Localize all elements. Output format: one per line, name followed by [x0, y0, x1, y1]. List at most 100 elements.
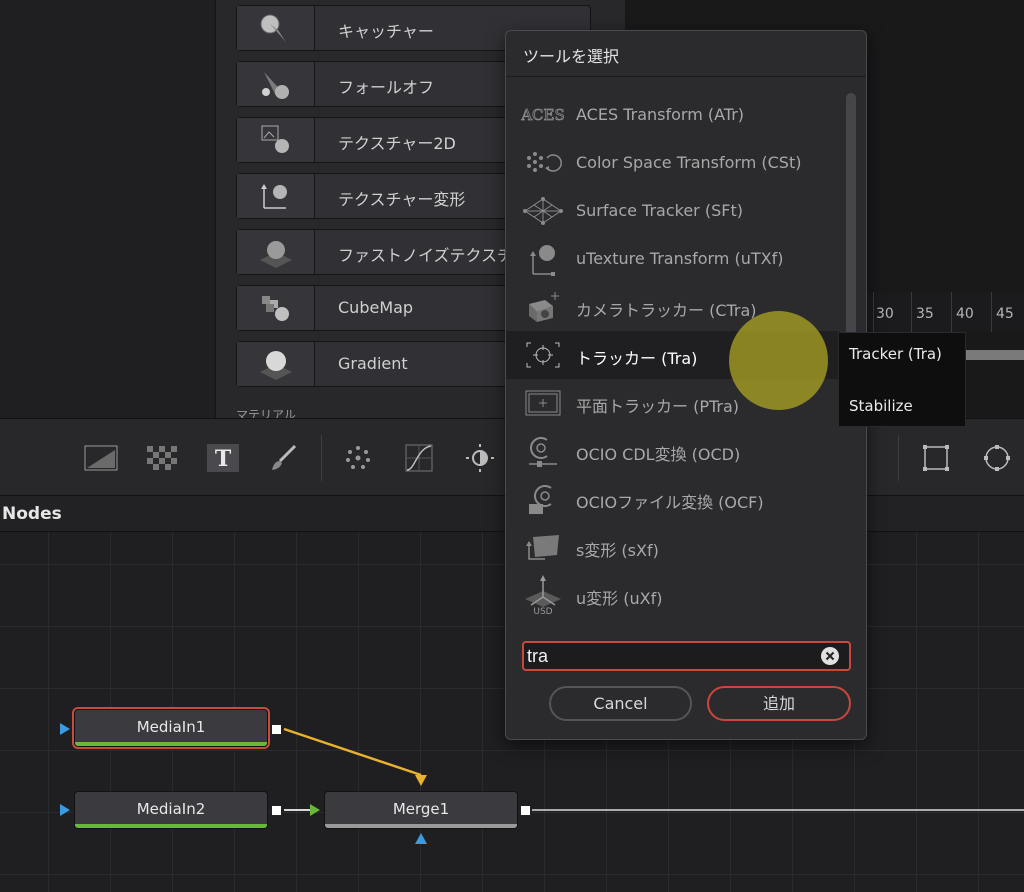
node-label: MediaIn1	[136, 718, 206, 736]
search-field	[522, 641, 851, 671]
tool-item-label: OCIO CDL変換 (OCD)	[576, 445, 741, 464]
background-icon[interactable]	[84, 441, 118, 475]
tool-item-label: u変形 (uXf)	[576, 589, 663, 608]
color-space-icon	[520, 146, 566, 180]
tool-submenu: Tracker (Tra) Stabilize	[838, 332, 966, 427]
tool-item-label: Surface Tracker (SFt)	[576, 201, 743, 220]
node-mediain1[interactable]: MediaIn1	[74, 709, 268, 747]
node-label: MediaIn2	[136, 800, 206, 818]
tool-item-ocio-file[interactable]: OCIOファイル変換 (OCF)	[506, 475, 840, 523]
dialog-title: ツールを選択	[523, 47, 620, 66]
tool-item-color-space-transform[interactable]: Color Space Transform (CSt)	[506, 139, 840, 187]
tick-line	[991, 292, 992, 332]
background-input-merge1[interactable]	[415, 775, 427, 786]
output-port-merge1[interactable]	[520, 805, 531, 816]
tool-list-scrollbar[interactable]	[846, 93, 856, 563]
rectangle-icon[interactable]	[919, 441, 953, 475]
surface-tracker-icon	[520, 194, 566, 228]
close-icon	[825, 651, 835, 661]
tick-label: 35	[916, 306, 934, 322]
tool-item-utransform[interactable]: USD u変形 (uXf)	[506, 571, 840, 619]
tick-line	[873, 292, 874, 332]
tool-item-label: s変形 (sXf)	[576, 541, 659, 560]
utexture-icon	[520, 242, 566, 276]
tool-item-label: ACES Transform (ATr)	[576, 105, 745, 124]
tick-line	[951, 292, 952, 332]
tool-item-surface-tracker[interactable]: Surface Tracker (SFt)	[506, 187, 840, 235]
paint-icon[interactable]	[266, 441, 300, 475]
particles-icon[interactable]	[341, 441, 375, 475]
library-item-label: フォールオフ	[338, 78, 435, 97]
tool-item-aces-transform[interactable]: ACES ACES Transform (ATr)	[506, 91, 840, 139]
tracker-icon	[520, 338, 566, 372]
stransform-icon	[520, 530, 566, 564]
cubemap-icon	[237, 286, 315, 330]
utransform-icon: USD	[520, 575, 566, 615]
tool-item-label: 平面トラッカー (PTra)	[576, 397, 740, 416]
cancel-button[interactable]: Cancel	[549, 686, 692, 721]
library-item-label: CubeMap	[338, 298, 414, 317]
tool-item-label: uTexture Transform (uTXf)	[576, 249, 784, 268]
gradient-icon	[237, 342, 315, 386]
ellipse-icon[interactable]	[980, 441, 1014, 475]
tool-item-stransform[interactable]: s変形 (sXf)	[506, 523, 840, 571]
tool-item-label: Color Space Transform (CSt)	[576, 153, 802, 172]
mask-input-merge1[interactable]	[415, 833, 427, 844]
falloff-icon	[237, 62, 315, 106]
node-mediain2[interactable]: MediaIn2	[74, 791, 268, 829]
node-status-bar	[75, 742, 267, 746]
text-icon[interactable]: T	[206, 441, 240, 475]
svg-text:USD: USD	[533, 607, 552, 615]
texture2d-icon	[237, 118, 315, 162]
node-status-bar	[75, 824, 267, 828]
tool-item-utexture-transform[interactable]: uTexture Transform (uTXf)	[506, 235, 840, 283]
dialog-header: ツールを選択	[506, 31, 866, 77]
curves-icon[interactable]	[402, 441, 436, 475]
node-label: Merge1	[392, 800, 450, 818]
library-item-label: キャッチャー	[338, 22, 434, 41]
tool-item-ocio-cdl[interactable]: OCIO CDL変換 (OCD)	[506, 427, 840, 475]
top-left-panel	[0, 0, 215, 418]
svg-text:ACES: ACES	[521, 106, 565, 124]
library-item-label: テクスチャー2D	[338, 134, 456, 153]
submenu-item-stabilize[interactable]: Stabilize	[849, 397, 913, 415]
fast-noise-icon	[237, 230, 315, 274]
catcher-icon	[237, 6, 315, 50]
add-button[interactable]: 追加	[707, 686, 851, 721]
texture-transform-icon	[237, 174, 315, 218]
output-port-mediain2[interactable]	[271, 805, 282, 816]
svg-text:T: T	[215, 446, 232, 472]
foreground-input-merge1[interactable]	[310, 804, 320, 816]
input-triangle-mediain1[interactable]	[60, 723, 70, 735]
scrollbar-thumb[interactable]	[846, 93, 856, 343]
checker-icon[interactable]	[145, 441, 179, 475]
cursor-highlight	[729, 311, 828, 410]
planar-tracker-icon	[520, 386, 566, 420]
search-input[interactable]	[527, 645, 807, 667]
nodes-panel-title: Nodes	[2, 504, 62, 524]
node-merge1[interactable]: Merge1	[324, 791, 518, 829]
tick-label: 40	[956, 306, 974, 322]
submenu-item-tracker[interactable]: Tracker (Tra)	[849, 345, 942, 363]
link-mediain1-merge1	[283, 727, 422, 777]
aces-icon: ACES	[520, 98, 566, 132]
tool-item-label: カメラトラッカー (CTra)	[576, 301, 757, 320]
clear-search-button[interactable]	[821, 647, 839, 665]
library-item-label: Gradient	[338, 354, 408, 373]
tool-item-label: OCIOファイル変換 (OCF)	[576, 493, 764, 512]
tick-label: 30	[876, 306, 894, 322]
ocio-file-icon	[520, 482, 566, 516]
brightness-contrast-icon[interactable]	[463, 441, 497, 475]
toolbar-separator	[321, 435, 322, 481]
toolbar-separator	[898, 435, 899, 481]
tick-label: 45	[996, 306, 1014, 322]
camera-tracker-icon	[520, 290, 566, 324]
tool-item-label: トラッカー (Tra)	[576, 349, 698, 368]
tick-line	[911, 292, 912, 332]
time-ruler[interactable]: 30 35 40 45	[866, 292, 1024, 332]
node-status-bar	[325, 824, 517, 828]
output-port-mediain1[interactable]	[271, 724, 282, 735]
ocio-cdl-icon	[520, 434, 566, 468]
input-triangle-mediain2[interactable]	[60, 804, 70, 816]
timeline-range-bar[interactable]	[966, 350, 1024, 360]
